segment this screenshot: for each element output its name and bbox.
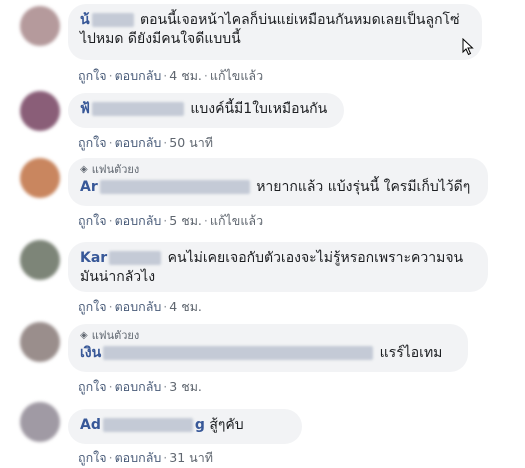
comment-text-line2: มันน่ากลัวไง [80, 269, 156, 285]
like-link[interactable]: ถูกใจ [78, 379, 107, 394]
top-fan-badge: ◈ แฟนตัวยง [80, 329, 140, 342]
comment-text: หายากแล้ว แบ้งรุ่นนี้ ใครมีเก็บไว้ดีๆ [256, 179, 471, 195]
comment-actions: ถูกใจ · ตอบกลับ · 50 นาที [78, 135, 213, 150]
edited-label: แก้ไขแล้ว [209, 68, 264, 83]
like-link[interactable]: ถูกใจ [78, 135, 107, 150]
reply-link[interactable]: ตอบกลับ [115, 213, 162, 228]
edited-label: แก้ไขแล้ว [209, 213, 264, 228]
avatar[interactable] [20, 322, 60, 362]
comment-actions: ถูกใจ · ตอบกลับ · 5 ชม. · แก้ไขแล้ว [78, 213, 264, 228]
reply-link[interactable]: ตอบกลับ [115, 299, 162, 314]
comment-time[interactable]: 5 ชม. [169, 213, 202, 228]
comment-text: แรร์ไอเทม [379, 345, 443, 361]
comment-text-line2: ไปหมด ดียังมีคนใจดีแบบนี้ [80, 31, 241, 47]
top-fan-badge: ◈ แฟนตัวยง [80, 163, 140, 176]
comment-bubble: Ad g สู้ๆคับ [68, 409, 302, 444]
commenter-name-end: g [194, 417, 205, 433]
like-link[interactable]: ถูกใจ [78, 299, 107, 314]
commenter-name[interactable]: ฟ้ [80, 101, 90, 117]
comment-time[interactable]: 31 นาที [169, 450, 213, 465]
comment-time[interactable]: 50 นาที [169, 135, 213, 150]
diamond-icon: ◈ [80, 330, 88, 341]
reply-link[interactable]: ตอบกลับ [115, 68, 162, 83]
comment-bubble: ◈ แฟนตัวยง Ar หายากแล้ว แบ้งรุ่นนี้ ใครมี… [68, 158, 488, 206]
diamond-icon: ◈ [80, 164, 88, 175]
commenter-name[interactable]: Kar [80, 250, 107, 266]
comment-text: สู้ๆคับ [209, 417, 244, 433]
comment-time[interactable]: 3 ชม. [169, 379, 202, 394]
comment-bubble: ฟ้ แบงค์นี้มี1ใบเหมือนกัน [68, 93, 344, 128]
commenter-name[interactable]: เงิน [80, 345, 101, 361]
avatar[interactable] [20, 91, 60, 131]
reply-link[interactable]: ตอบกลับ [115, 135, 162, 150]
comment-actions: ถูกใจ · ตอบกลับ · 31 นาที [78, 450, 213, 465]
comment-text: ตอนนี้เจอหน้าไคลก็บ่นแย่เหมือนกันหมดเลยเ… [140, 12, 460, 28]
avatar[interactable] [20, 240, 60, 280]
redacted-name [103, 346, 374, 360]
redacted-name [91, 102, 184, 116]
reply-link[interactable]: ตอบกลับ [115, 379, 162, 394]
commenter-name[interactable]: น้ [80, 12, 90, 28]
avatar[interactable] [20, 158, 60, 198]
avatar[interactable] [20, 6, 60, 46]
redacted-name [91, 13, 134, 27]
comment-bubble: ◈ แฟนตัวยง เงิน แรร์ไอเทม [68, 324, 468, 372]
reply-link[interactable]: ตอบกลับ [115, 450, 162, 465]
redacted-name [109, 251, 162, 265]
comment-actions: ถูกใจ · ตอบกลับ · 4 ชม. · แก้ไขแล้ว [78, 68, 264, 83]
commenter-name[interactable]: Ad [80, 417, 101, 433]
comment-bubble: Kar คนไม่เคยเจอกับตัวเองจะไม่รู้หรอกเพรา… [68, 242, 488, 292]
comment-time[interactable]: 4 ชม. [169, 68, 202, 83]
redacted-name [102, 418, 193, 432]
comment-text: คนไม่เคยเจอกับตัวเองจะไม่รู้หรอกเพราะควา… [167, 250, 464, 266]
comment-actions: ถูกใจ · ตอบกลับ · 4 ชม. [78, 299, 202, 314]
commenter-name[interactable]: Ar [80, 179, 98, 195]
like-link[interactable]: ถูกใจ [78, 450, 107, 465]
redacted-name [99, 180, 250, 194]
mouse-cursor-icon [462, 38, 474, 56]
comment-time[interactable]: 4 ชม. [169, 299, 202, 314]
comment-bubble: น้ ตอนนี้เจอหน้าไคลก็บ่นแย่เหมือนกันหมดเ… [68, 4, 482, 60]
comment-text: แบงค์นี้มี1ใบเหมือนกัน [190, 101, 328, 117]
avatar[interactable] [20, 402, 60, 442]
like-link[interactable]: ถูกใจ [78, 213, 107, 228]
like-link[interactable]: ถูกใจ [78, 68, 107, 83]
comment-actions: ถูกใจ · ตอบกลับ · 3 ชม. [78, 379, 202, 394]
